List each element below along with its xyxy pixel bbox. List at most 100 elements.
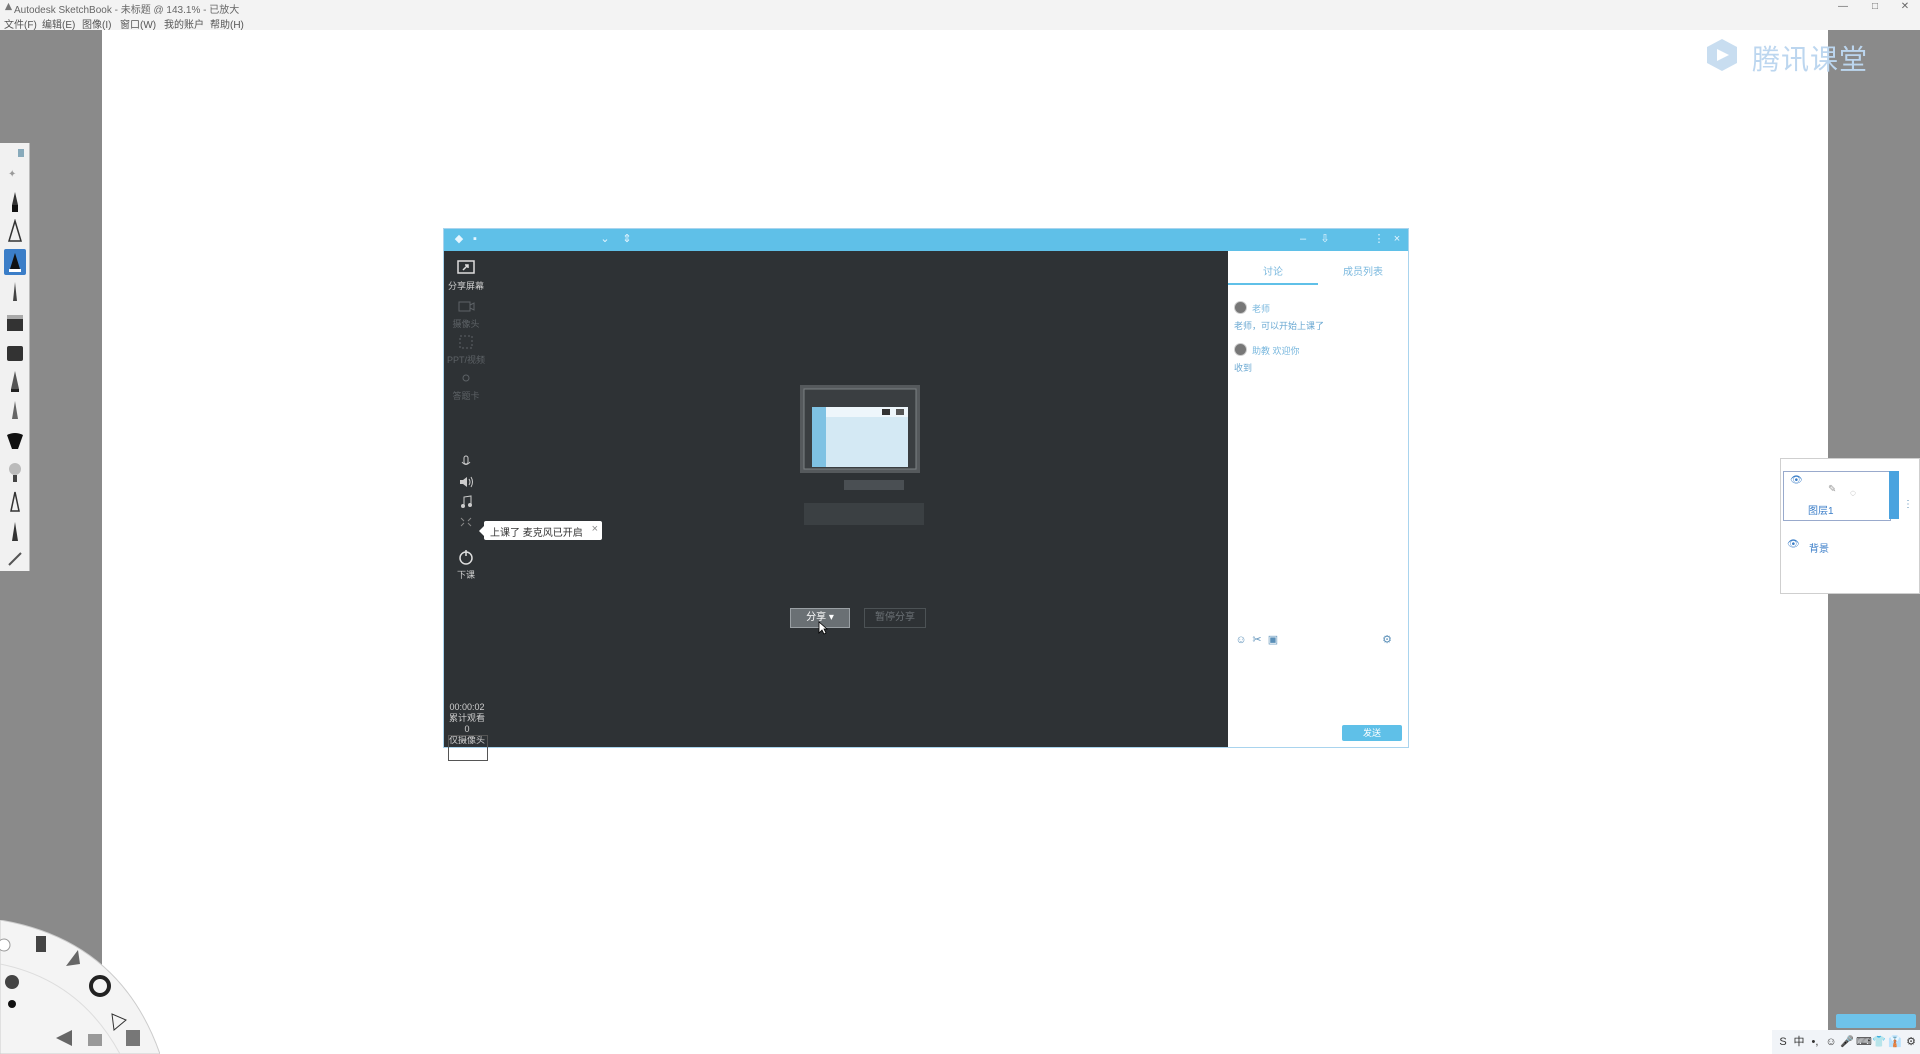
classroom-titlebar: ◆ ▪ ⌄ ⇕ – ⇩ ⋮ × <box>444 229 1408 251</box>
question-card-label: 答题卡 <box>452 391 480 401</box>
message-body: 收到 <box>1234 363 1253 373</box>
viewer-stat-value: 0 <box>464 724 470 734</box>
classroom-sidebar: 分享屏幕 摄像头 PPT/视频 答题卡 下课 00:00:02 累计观看 0 仅… <box>444 251 488 761</box>
image-icon[interactable]: ▣ <box>1266 633 1280 647</box>
end-class-label: 下课 <box>456 570 475 580</box>
color-swatch-icon[interactable] <box>8 1000 16 1008</box>
share-description-placeholder <box>804 503 924 525</box>
hard-eraser-icon[interactable] <box>4 309 26 335</box>
send-button[interactable]: 发送 <box>1342 725 1402 741</box>
toolbox-icon[interactable]: 👔 <box>1888 1034 1902 1050</box>
chat-message: 老师 老师，可以开始上课了 <box>1228 299 1408 341</box>
tab-members[interactable]: 成员列表 <box>1318 261 1408 285</box>
end-class-button[interactable]: 下课 <box>444 548 488 581</box>
minimize-button[interactable]: — <box>1828 0 1858 14</box>
canvas-icon[interactable] <box>126 1030 140 1046</box>
ppt-icon <box>459 335 473 349</box>
layer-1-thumbnail[interactable]: 👁 ✎ ◌ 图层1 <box>1783 471 1891 521</box>
color-wheel-icon[interactable] <box>5 975 19 989</box>
transform-icon[interactable] <box>36 936 46 952</box>
share-screen-label: 分享屏幕 <box>447 281 484 291</box>
punctuation-icon[interactable]: •, <box>1808 1034 1822 1050</box>
svg-text:✦: ✦ <box>8 169 16 180</box>
visibility-eye-icon[interactable]: 👁 <box>1790 475 1803 486</box>
camera-preview-box[interactable] <box>448 735 488 761</box>
toast-arrow <box>479 526 484 536</box>
smudge-brush-icon[interactable] <box>4 459 26 485</box>
screen-share-thumbnail[interactable] <box>800 385 920 473</box>
chat-message-list: 老师 老师，可以开始上课了 助教 欢迎你 收到 <box>1228 299 1408 383</box>
more-icon[interactable]: ⋮ <box>1372 232 1386 246</box>
menu-file[interactable]: 文件(F) <box>4 16 37 31</box>
microphone-icon[interactable]: 🎤 <box>1840 1034 1854 1050</box>
close-icon[interactable]: × <box>1390 232 1404 246</box>
settings-icon[interactable]: ⚙ <box>1380 633 1394 647</box>
scissors-icon[interactable]: ✂ <box>1250 633 1264 647</box>
pin-icon[interactable]: ⇩ <box>1318 232 1332 246</box>
emoji-icon[interactable]: ☺ <box>1234 633 1248 647</box>
lagoon-menu-icon[interactable] <box>88 1034 102 1046</box>
question-card-button[interactable]: 答题卡 <box>444 369 488 402</box>
back-icon[interactable]: ◆ <box>452 232 466 246</box>
ppt-label: PPT/视频 <box>446 355 485 365</box>
question-card-icon <box>462 374 470 382</box>
pen-brush-icon[interactable] <box>4 219 26 245</box>
music-icon <box>461 495 472 508</box>
dropdown-icon[interactable]: ⌄ <box>598 232 612 246</box>
microphone-button[interactable] <box>444 453 488 473</box>
music-button[interactable] <box>444 493 488 513</box>
undo-icon[interactable] <box>0 938 11 952</box>
speaker-button[interactable] <box>444 473 488 493</box>
home-icon[interactable]: ▪ <box>468 232 482 246</box>
visibility-eye-icon[interactable]: 👁 <box>1787 539 1800 550</box>
close-button[interactable]: ✕ <box>1890 0 1920 14</box>
expand-icon[interactable]: ⇕ <box>620 232 634 246</box>
menu-window[interactable]: 窗口(W) <box>120 16 156 31</box>
share-screen-button[interactable]: 分享屏幕 <box>444 259 488 292</box>
tencent-brand-text: 腾讯课堂 <box>1752 44 1869 75</box>
camera-label: 摄像头 <box>452 319 480 329</box>
elapsed-time: 00:00:02 <box>449 702 485 712</box>
sharpen-brush-icon[interactable] <box>4 519 26 545</box>
mic-toast-text: 上课了 麦克风已开启 <box>490 528 583 539</box>
menu-help[interactable]: 帮助(H) <box>210 16 244 31</box>
skin-icon[interactable]: 👕 <box>1872 1034 1886 1050</box>
keyboard-icon[interactable]: ⌨ <box>1856 1034 1872 1050</box>
sogou-icon[interactable]: S <box>1776 1034 1790 1050</box>
avatar <box>1234 301 1247 314</box>
fan-brush-icon[interactable] <box>4 429 26 455</box>
ime-language-icon[interactable]: 中 <box>1792 1034 1806 1050</box>
settings-icon[interactable]: ⚙ <box>1904 1034 1918 1050</box>
ink-pen-icon[interactable] <box>4 279 26 305</box>
tray-popup-button[interactable] <box>1836 1014 1916 1028</box>
system-tray: S 中 •, ☺ 🎤 ⌨ 👕 👔 ⚙ <box>1772 1030 1920 1054</box>
emoji-icon[interactable]: ☺ <box>1824 1034 1838 1050</box>
marker-brush-icon[interactable] <box>4 249 26 275</box>
opacity-ring-icon[interactable]: ◌ <box>1850 488 1856 499</box>
pencil-brush-icon[interactable] <box>4 189 26 215</box>
speaker-icon <box>460 476 473 488</box>
menu-account[interactable]: 我的账户 <box>164 16 204 31</box>
chat-message: 助教 欢迎你 收到 <box>1228 341 1408 383</box>
close-icon[interactable]: × <box>592 523 598 535</box>
chisel-brush-icon[interactable] <box>4 369 26 395</box>
tab-discussion[interactable]: 讨论 <box>1228 261 1318 285</box>
minimize-icon[interactable]: – <box>1296 232 1310 246</box>
ppt-button[interactable]: PPT/视频 <box>444 333 488 366</box>
paint-brush-icon[interactable] <box>4 399 26 425</box>
layer-scrollbar[interactable] <box>1889 471 1899 519</box>
more-brushes-icon[interactable] <box>4 545 26 571</box>
maximize-button[interactable]: □ <box>1860 0 1890 14</box>
pause-share-button[interactable]: 暂停分享 <box>864 608 926 628</box>
airbrush-icon[interactable]: ✦ <box>4 161 26 187</box>
blur-brush-icon[interactable] <box>4 489 26 515</box>
soft-eraser-icon[interactable] <box>4 339 26 365</box>
menu-image[interactable]: 图像(I) <box>82 16 111 31</box>
sketchbook-app-icon <box>4 2 13 11</box>
power-icon <box>459 550 473 565</box>
lagoon-toolbar <box>0 920 160 1054</box>
camera-button[interactable]: 摄像头 <box>444 297 488 330</box>
layer-menu-icon[interactable]: ⋮ <box>1903 499 1913 510</box>
app-titlebar: Autodesk SketchBook - 未标题 @ 143.1% - 已放大… <box>0 0 1920 16</box>
menu-edit[interactable]: 编辑(E) <box>42 16 75 31</box>
